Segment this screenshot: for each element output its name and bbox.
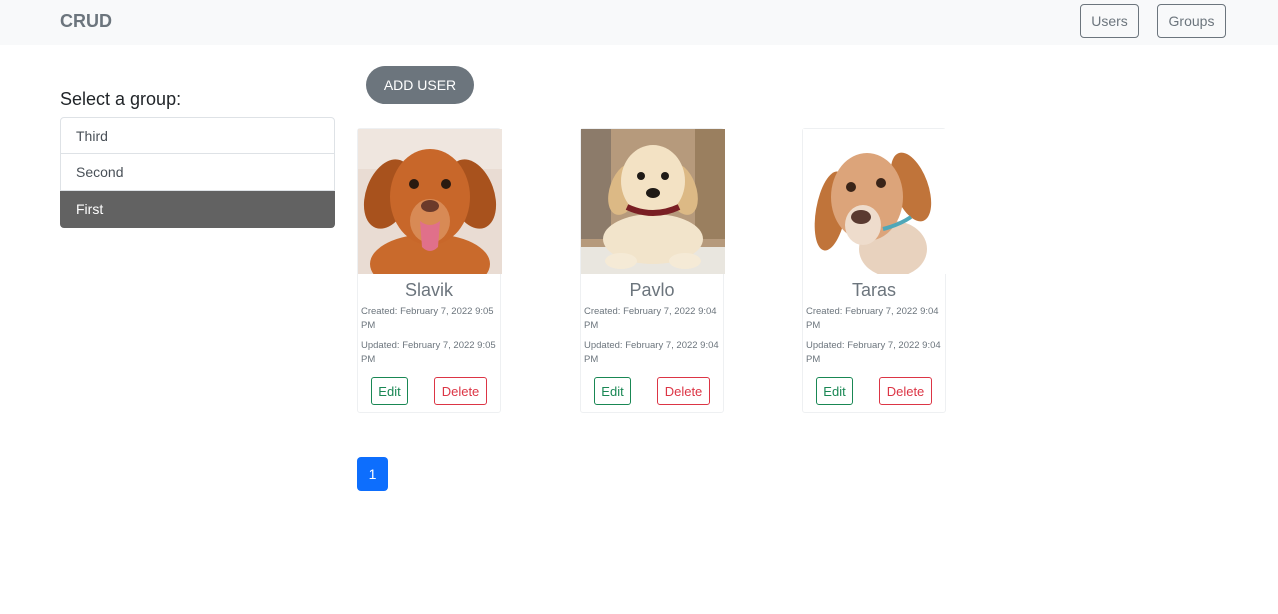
groups-nav-button[interactable]: Groups [1157, 4, 1226, 38]
created-timestamp: Created: February 7, 2022 9:04 PM [584, 306, 717, 331]
user-photo [803, 129, 947, 274]
user-name: Slavik [404, 280, 453, 300]
user-card: Slavik Created: February 7, 2022 9:05 PM… [357, 128, 502, 413]
updated-timestamp: Updated: February 7, 2022 9:04 PM [584, 340, 719, 365]
group-item-third[interactable]: Third [60, 117, 335, 154]
brand-logo[interactable]: CRUD [60, 11, 112, 32]
created-timestamp: Created: February 7, 2022 9:05 PM [361, 306, 494, 331]
updated-timestamp: Updated: February 7, 2022 9:04 PM [806, 340, 941, 365]
user-name: Taras [851, 280, 896, 300]
user-photo [358, 129, 502, 274]
delete-button[interactable]: Delete [879, 377, 932, 405]
edit-button[interactable]: Edit [816, 377, 853, 405]
pagination-page-1[interactable]: 1 [357, 457, 388, 491]
edit-button[interactable]: Edit [371, 377, 408, 405]
updated-timestamp: Updated: February 7, 2022 9:05 PM [361, 340, 496, 365]
user-name: Pavlo [629, 280, 675, 300]
created-timestamp: Created: February 7, 2022 9:04 PM [806, 306, 939, 331]
group-list: Third Second First [60, 117, 335, 228]
group-item-first[interactable]: First [60, 191, 335, 228]
user-card: Taras Created: February 7, 2022 9:04 PM … [802, 128, 947, 413]
users-nav-button[interactable]: Users [1080, 4, 1139, 38]
user-photo [581, 129, 725, 274]
edit-button[interactable]: Edit [594, 377, 631, 405]
group-item-second[interactable]: Second [60, 154, 335, 191]
navbar: CRUD Users Groups [0, 0, 1278, 45]
select-group-title: Select a group: [60, 89, 182, 109]
delete-button[interactable]: Delete [434, 377, 487, 405]
delete-button[interactable]: Delete [657, 377, 710, 405]
user-card: Pavlo Created: February 7, 2022 9:04 PM … [580, 128, 725, 413]
add-user-button[interactable]: ADD USER [366, 66, 474, 104]
